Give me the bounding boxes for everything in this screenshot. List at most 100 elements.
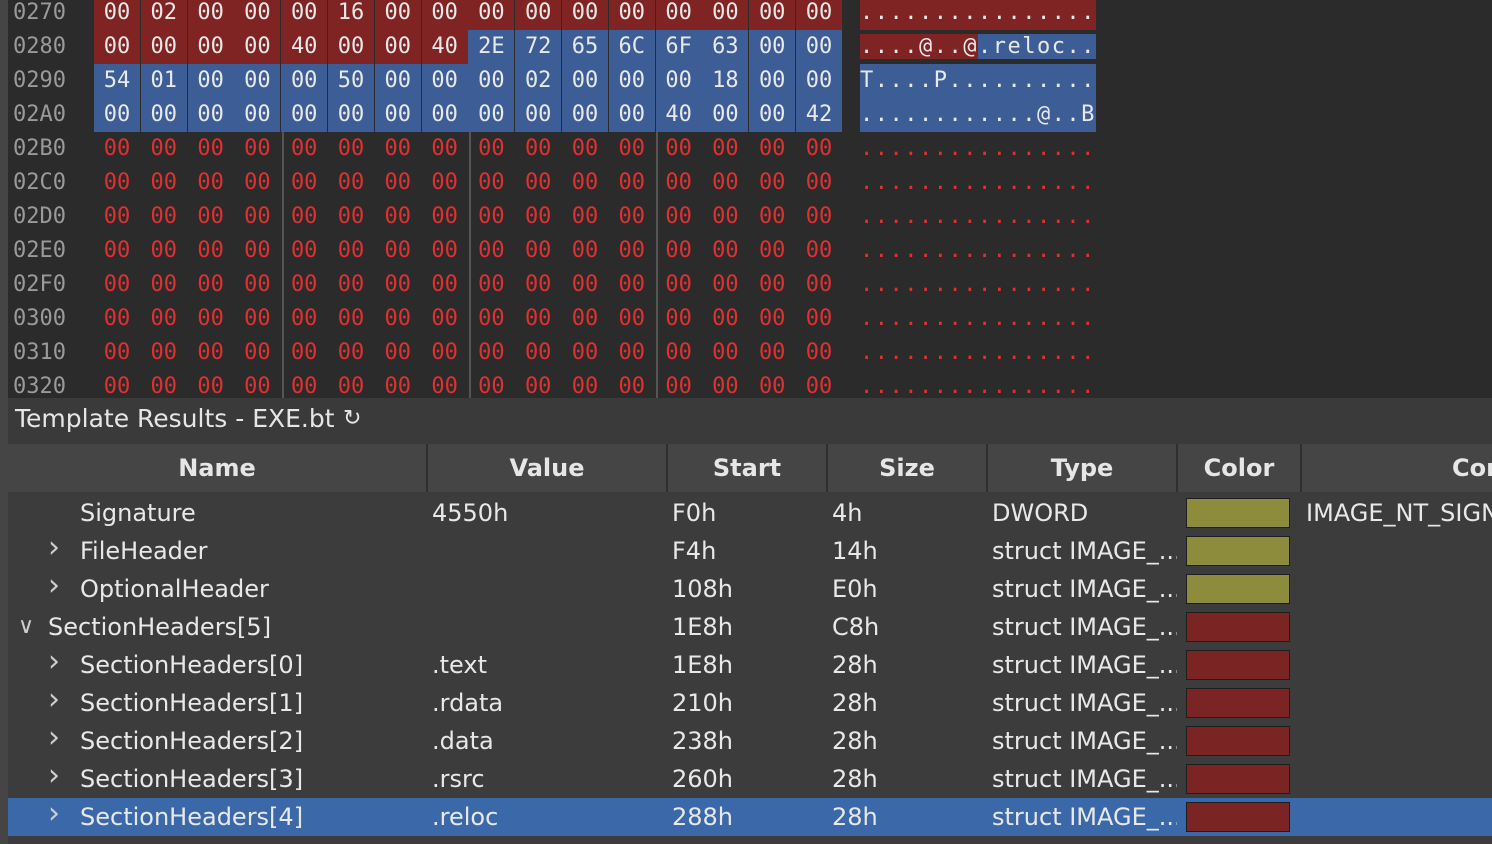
hex-byte[interactable]: 00 (656, 370, 702, 398)
column-header-value[interactable]: Value (428, 444, 668, 492)
hex-byte[interactable]: 00 (515, 132, 561, 166)
hex-byte[interactable]: 01 (140, 64, 187, 98)
color-swatch[interactable] (1186, 498, 1290, 528)
hex-byte[interactable]: 00 (796, 132, 842, 166)
hex-byte[interactable]: 00 (234, 336, 280, 370)
results-table-body[interactable]: Signature 4550h F0h 4h DWORD IMAGE_NT_SIGN › Fi… (8, 492, 1492, 844)
hex-byte[interactable]: 02 (140, 0, 187, 30)
hex-byte[interactable]: 00 (375, 268, 421, 302)
hex-byte[interactable]: 00 (94, 166, 140, 200)
hex-byte[interactable]: 00 (749, 302, 795, 336)
hex-byte[interactable]: 00 (422, 302, 468, 336)
hex-byte[interactable]: 00 (608, 98, 655, 132)
hex-byte[interactable]: 00 (608, 64, 655, 98)
hex-byte[interactable]: 00 (515, 268, 561, 302)
hex-byte[interactable]: 2E (468, 30, 515, 64)
hex-byte[interactable]: 00 (234, 234, 280, 268)
hex-byte[interactable]: 00 (562, 370, 608, 398)
hex-byte[interactable]: 00 (749, 132, 795, 166)
hex-ascii[interactable]: ................ (860, 370, 1096, 398)
table-row[interactable]: › SectionHeaders[0] .text 1E8h 28h struct IMA… (8, 644, 1492, 684)
color-swatch[interactable] (1186, 726, 1290, 756)
hex-byte[interactable]: 00 (468, 302, 514, 336)
hex-byte[interactable]: 00 (328, 268, 374, 302)
color-swatch[interactable] (1186, 802, 1290, 832)
hex-byte[interactable]: 00 (141, 200, 187, 234)
hex-byte[interactable]: 00 (281, 200, 327, 234)
hex-byte[interactable]: 00 (515, 302, 561, 336)
hex-byte[interactable]: 00 (749, 0, 796, 30)
hex-byte[interactable]: 00 (234, 268, 280, 302)
hex-byte[interactable]: 00 (234, 200, 280, 234)
hex-byte[interactable]: 00 (468, 98, 515, 132)
hex-byte[interactable]: 00 (562, 0, 608, 30)
hex-byte[interactable]: 00 (422, 166, 468, 200)
hex-byte[interactable]: 00 (188, 166, 234, 200)
hex-byte[interactable]: 00 (796, 268, 842, 302)
column-header-type[interactable]: Type (988, 444, 1178, 492)
hex-byte[interactable]: 00 (328, 166, 374, 200)
hex-byte[interactable]: 00 (422, 370, 468, 398)
hex-byte[interactable]: 00 (375, 336, 421, 370)
hex-ascii[interactable]: ................ (860, 268, 1096, 302)
hex-byte[interactable]: 00 (515, 0, 562, 30)
hex-byte[interactable]: 00 (468, 64, 515, 98)
hex-byte[interactable]: 00 (141, 370, 187, 398)
hex-byte[interactable]: 00 (281, 370, 327, 398)
table-row[interactable]: › SectionHeaders[4] .reloc 288h 28h struct IM… (8, 796, 1492, 836)
column-header-color[interactable]: Color (1178, 444, 1302, 492)
hex-byte[interactable]: 00 (141, 268, 187, 302)
hex-byte[interactable]: 00 (702, 302, 748, 336)
hex-byte[interactable]: 00 (94, 0, 140, 30)
hex-byte[interactable]: 00 (281, 64, 328, 98)
hex-byte[interactable]: 00 (234, 132, 280, 166)
hex-byte[interactable]: 00 (609, 200, 655, 234)
hex-byte[interactable]: 00 (94, 268, 140, 302)
hex-byte[interactable]: 00 (796, 64, 842, 98)
hex-byte[interactable]: 00 (140, 30, 187, 64)
hex-byte[interactable]: 00 (608, 0, 655, 30)
hex-byte[interactable]: 42 (796, 98, 842, 132)
hex-byte[interactable]: 00 (234, 0, 281, 30)
hex-byte[interactable]: 00 (609, 302, 655, 336)
chevron-right-icon[interactable]: › (48, 681, 60, 719)
hex-byte[interactable]: 00 (515, 166, 561, 200)
hex-byte[interactable]: 6F (655, 30, 702, 64)
hex-byte[interactable]: 00 (94, 336, 140, 370)
hex-byte[interactable]: 00 (328, 370, 374, 398)
refresh-icon[interactable]: ↻ (343, 406, 361, 431)
hex-byte[interactable]: 00 (94, 98, 140, 132)
hex-byte[interactable]: 00 (375, 200, 421, 234)
hex-byte[interactable]: 00 (281, 268, 327, 302)
hex-byte[interactable]: 16 (328, 0, 374, 30)
hex-byte[interactable]: 00 (702, 370, 748, 398)
hex-byte[interactable]: 00 (375, 370, 421, 398)
hex-byte[interactable]: 00 (702, 166, 748, 200)
hex-byte[interactable]: 00 (421, 0, 468, 30)
hex-byte[interactable]: 00 (515, 336, 561, 370)
hex-byte[interactable]: 00 (187, 98, 234, 132)
hex-byte[interactable]: 00 (94, 200, 140, 234)
hex-byte[interactable]: 00 (702, 200, 748, 234)
hex-byte[interactable]: 00 (655, 0, 702, 30)
color-swatch[interactable] (1186, 650, 1290, 680)
hex-byte[interactable]: 40 (655, 98, 702, 132)
hex-byte[interactable]: 00 (234, 302, 280, 336)
hex-byte[interactable]: 00 (656, 200, 702, 234)
hex-byte[interactable]: 00 (796, 166, 842, 200)
hex-byte[interactable]: 00 (702, 0, 749, 30)
hex-byte[interactable]: 00 (141, 234, 187, 268)
hex-byte[interactable]: 00 (188, 268, 234, 302)
hex-byte[interactable]: 00 (422, 234, 468, 268)
color-swatch[interactable] (1186, 764, 1290, 794)
hex-ascii[interactable]: ................ (860, 0, 1096, 30)
hex-byte[interactable]: 00 (140, 98, 187, 132)
hex-byte[interactable]: 00 (562, 64, 608, 98)
hex-byte[interactable]: 00 (234, 64, 281, 98)
hex-byte[interactable]: 00 (562, 132, 608, 166)
hex-byte[interactable]: 00 (468, 234, 514, 268)
hex-byte[interactable]: 6C (608, 30, 655, 64)
hex-byte[interactable]: 00 (468, 166, 514, 200)
hex-byte[interactable]: 00 (702, 268, 748, 302)
hex-byte[interactable]: 00 (234, 370, 280, 398)
